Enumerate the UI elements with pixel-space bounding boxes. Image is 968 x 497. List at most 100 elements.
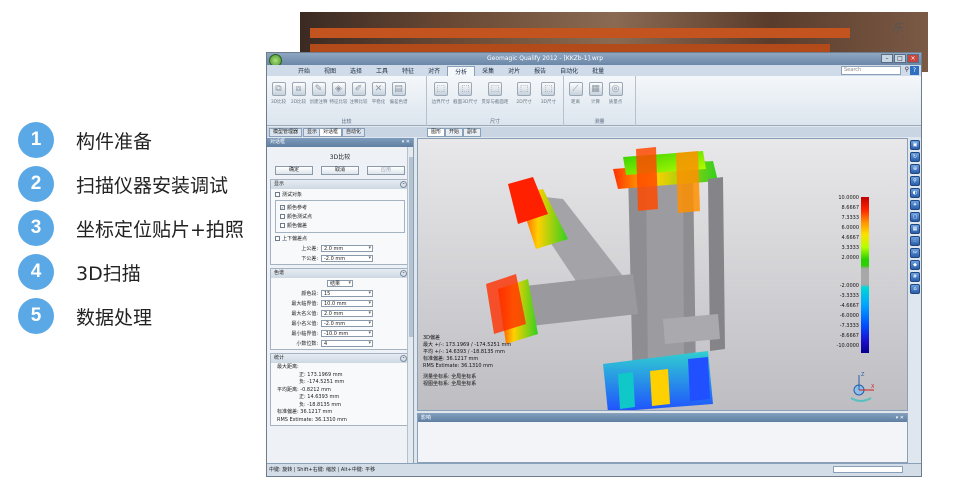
tab-automation[interactable]: 自动化	[342, 128, 366, 137]
view-points-icon[interactable]: ∴	[910, 236, 920, 246]
ribbon-group-label: 比较	[341, 119, 352, 125]
tab-graphics[interactable]: 图形	[427, 128, 446, 137]
dialog-title: 3D比较	[329, 154, 351, 161]
dialog-panel-header: 对话框 ▾ ✕	[267, 138, 413, 147]
statistics-section: 统计 ⌃ 最大距离: 正: 173.1969 mm 负: -174.5251 mm…	[270, 353, 410, 426]
view-color-icon[interactable]: ◆	[910, 260, 920, 270]
menu-align[interactable]: 对齐	[421, 66, 447, 75]
menu-report[interactable]: 报告	[527, 66, 553, 75]
view-shading-icon[interactable]: ◐	[910, 188, 920, 198]
menu-view[interactable]: 视图	[317, 66, 343, 75]
spectrum-icon: ▤	[391, 82, 406, 96]
status-bar: 中键: 旋转 | Shift+右键: 缩放 | Alt+中键: 平移	[267, 463, 921, 476]
step-label: 3D扫描	[76, 262, 141, 285]
deviation-info-text: 3D偏差 最大 +/-: 173.1969 / -174.5251 mm 平均 …	[423, 335, 512, 387]
color-segments-input[interactable]: 15	[321, 290, 373, 297]
tab-model-manager[interactable]: 模型管理器	[269, 128, 303, 137]
section-icon: ⬚	[458, 82, 473, 96]
feature-icon: ◈	[331, 82, 346, 96]
color-deviation-checkbox[interactable]: 颜色偏差	[280, 222, 400, 229]
view-grid-icon[interactable]: #	[910, 272, 920, 282]
menu-automation[interactable]: 自动化	[553, 66, 585, 75]
menu-batch[interactable]: 批量	[585, 66, 611, 75]
color-reference-checkbox[interactable]: ✓ 颜色参考	[280, 204, 400, 211]
menu-capture[interactable]: 采集	[475, 66, 501, 75]
dim-2d-icon: ⬚	[517, 82, 532, 96]
view-fit-icon[interactable]: ⊕	[910, 164, 920, 174]
ribbon-group-label: 测量	[594, 119, 605, 125]
minimize-button[interactable]: –	[881, 54, 893, 63]
menu-sheet[interactable]: 对片	[501, 66, 527, 75]
view-lighting-icon[interactable]: ✦	[910, 200, 920, 210]
tab-copy[interactable]: 副本	[463, 128, 482, 137]
view-toolbar: ▣ ↻ ⊕ ⚲ ◐ ✦ ▢ ▦ ∴ ✂ ◆ # ⌂	[909, 138, 921, 411]
ribbon-group-dimension: ⬚ 边界尺寸 ⬚ 截面3D尺寸 ⬚ 贯穿与截面距 ⬚ 2D尺寸 ⬚ 3D尺寸 尺寸	[427, 76, 564, 126]
pin-icon[interactable]: ▾ ✕	[402, 138, 410, 147]
ribbon-group-label: 尺寸	[489, 119, 500, 125]
menu-select[interactable]: 选择	[343, 66, 369, 75]
color-section: 色谱⌃ 结果 颜色段:15 最大临界值:10.0 mm 最大名义值:2.0 mm…	[270, 268, 410, 350]
step-label: 数据处理	[76, 306, 153, 329]
boundary-icon: ⬚	[433, 82, 448, 96]
min-critical-input[interactable]: -10.0 mm	[321, 330, 373, 337]
cancel-button[interactable]: 取消	[321, 166, 359, 175]
view-home-icon[interactable]: ⌂	[910, 284, 920, 294]
collapse-icon[interactable]: ⌃	[400, 270, 407, 277]
tab-start[interactable]: 开始	[445, 128, 464, 137]
color-test-checkbox[interactable]: 颜色测试点	[280, 213, 400, 220]
compare-3d-icon: ⧉	[271, 82, 286, 96]
view-rotate-icon[interactable]: ↻	[910, 152, 920, 162]
menu-features[interactable]: 特征	[395, 66, 421, 75]
view-select-icon[interactable]: ▢	[910, 212, 920, 222]
step-number-badge: 3	[18, 210, 54, 246]
search-input[interactable]: Search	[841, 66, 901, 75]
through-section-icon: ⬚	[487, 82, 502, 96]
decimal-places-input[interactable]: 4	[321, 340, 373, 347]
view-mesh-icon[interactable]: ▦	[910, 224, 920, 234]
view-zoom-icon[interactable]: ⚲	[910, 176, 920, 186]
maximize-button[interactable]: □	[894, 54, 906, 63]
color-section-header[interactable]: 色谱 ⌃	[271, 269, 409, 278]
tab-dialog[interactable]: 对话框	[319, 128, 343, 137]
step-label: 构件准备	[76, 130, 153, 153]
statistics-section-header[interactable]: 统计 ⌃	[271, 354, 409, 363]
pin-icon[interactable]: ▾ ✕	[896, 414, 904, 422]
step-item: 5 数据处理	[18, 294, 258, 338]
step-item: 2 扫描仪器安装调试	[18, 162, 258, 206]
collapse-icon[interactable]: ⌃	[400, 355, 407, 362]
collapse-icon[interactable]: ⌃	[400, 181, 407, 188]
max-nominal-input[interactable]: 2.0 mm	[321, 310, 373, 317]
step-item: 1 构件准备	[18, 118, 258, 162]
crane-beam	[310, 28, 850, 38]
ruler-icon: ⟋	[568, 82, 583, 96]
color-legend-bar	[861, 197, 869, 353]
display-section-header[interactable]: 显示 ⌃	[271, 180, 409, 189]
max-critical-input[interactable]: 10.0 mm	[321, 300, 373, 307]
panel-scrollbar[interactable]	[407, 147, 413, 463]
axis-triad-icon[interactable]: Z X	[847, 372, 877, 402]
spectrum-type-select[interactable]: 结果	[327, 280, 353, 287]
view-clip-icon[interactable]: ✂	[910, 248, 920, 258]
help-button[interactable]: ?	[910, 66, 919, 75]
search-icon[interactable]: ⚲	[905, 66, 909, 73]
menu-analysis[interactable]: 分析	[447, 65, 476, 76]
dim-3d-icon: ⬚	[541, 82, 556, 96]
min-nominal-input[interactable]: -2.0 mm	[321, 320, 373, 327]
bottom-pane-header: 影响 ▾ ✕	[418, 414, 907, 422]
test-object-checkbox[interactable]: 测试对象	[275, 191, 405, 198]
color-legend: 10.0000 8.6667 7.3333 6.0000 4.6667 3.33…	[833, 195, 893, 357]
menu-bar: 开始 视图 选择 工具 特征 对齐 分析 采集 对片 报告 自动化 批量 Sea…	[267, 65, 921, 76]
annotation-icon: ✎	[311, 82, 326, 96]
menu-tools[interactable]: 工具	[369, 66, 395, 75]
ok-button[interactable]: 确定	[275, 166, 313, 175]
graphics-viewport[interactable]: 3D偏差 最大 +/-: 173.1969 / -174.5251 mm 平均 …	[417, 138, 908, 411]
close-button[interactable]: ×	[907, 54, 919, 63]
lower-tolerance-input[interactable]: -2.0 mm	[321, 255, 373, 262]
tolerance-checkbox[interactable]: 上下偏差点	[275, 235, 405, 242]
menu-home[interactable]: 开始	[291, 66, 317, 75]
signature: 乐	[892, 22, 903, 35]
view-front-icon[interactable]: ▣	[910, 140, 920, 150]
step-label: 扫描仪器安装调试	[76, 174, 229, 197]
apply-button[interactable]: 应用	[367, 166, 405, 175]
upper-tolerance-input[interactable]: 2.0 mm	[321, 245, 373, 252]
